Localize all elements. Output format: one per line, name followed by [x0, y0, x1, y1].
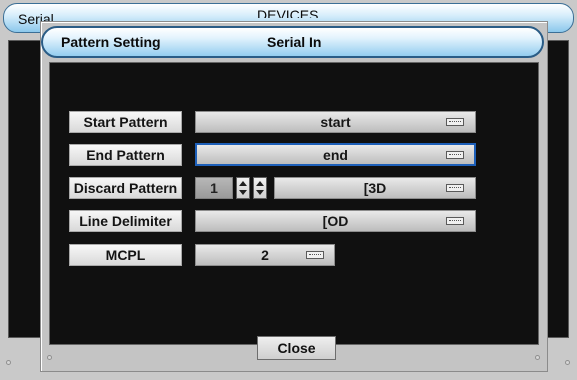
line-delimiter-field[interactable]: [OD: [195, 210, 476, 232]
mcpl-field[interactable]: 2: [195, 244, 335, 266]
line-delimiter-label-text: Line Delimiter: [79, 213, 172, 229]
start-pattern-label: Start Pattern: [69, 111, 182, 133]
dialog-title: Pattern Setting: [61, 34, 161, 50]
start-pattern-value: start: [320, 114, 351, 130]
spin-down-icon: [239, 190, 247, 195]
background-devices-title: DEVICES: [257, 8, 319, 18]
start-pattern-label-text: Start Pattern: [83, 114, 168, 130]
keyboard-icon[interactable]: [446, 118, 464, 126]
discard-pattern-label: Discard Pattern: [69, 177, 182, 199]
keyboard-icon[interactable]: [446, 151, 464, 159]
keyboard-icon[interactable]: [446, 184, 464, 192]
discard-count-spinner-up[interactable]: [236, 177, 250, 199]
spin-up-icon: [256, 181, 264, 186]
start-pattern-field[interactable]: start: [195, 111, 476, 133]
close-button-label: Close: [277, 340, 316, 356]
discard-count-field[interactable]: 1: [195, 177, 233, 199]
mcpl-label: MCPL: [69, 244, 182, 266]
line-delimiter-value: [OD: [322, 213, 349, 229]
dialog-subtitle: Serial In: [267, 34, 322, 50]
discard-pattern-value: [3D: [363, 180, 387, 196]
close-button[interactable]: Close: [257, 336, 336, 360]
end-pattern-value: end: [323, 146, 348, 163]
discard-pattern-label-text: Discard Pattern: [73, 180, 178, 196]
background-corner-dot: [565, 360, 570, 365]
dialog-body: [49, 62, 539, 345]
background-corner-dot: [6, 360, 11, 365]
end-pattern-field[interactable]: end: [195, 143, 476, 166]
keyboard-icon[interactable]: [306, 251, 324, 259]
spin-down-icon: [256, 190, 264, 195]
mcpl-value: 2: [261, 247, 269, 263]
discard-count-value: 1: [210, 180, 218, 196]
line-delimiter-label: Line Delimiter: [69, 210, 182, 232]
keyboard-icon[interactable]: [446, 217, 464, 225]
spin-up-icon: [239, 181, 247, 186]
pattern-setting-dialog: Pattern Setting Serial In Start Pattern …: [40, 21, 548, 372]
dialog-titlebar: Pattern Setting Serial In: [41, 26, 544, 58]
dialog-corner-dot: [535, 355, 540, 360]
end-pattern-label-text: End Pattern: [86, 147, 165, 163]
discard-count-spinner-down[interactable]: [253, 177, 267, 199]
discard-pattern-field[interactable]: [3D: [274, 177, 476, 199]
dialog-corner-dot: [47, 355, 52, 360]
mcpl-label-text: MCPL: [105, 247, 146, 263]
end-pattern-label: End Pattern: [69, 144, 182, 166]
